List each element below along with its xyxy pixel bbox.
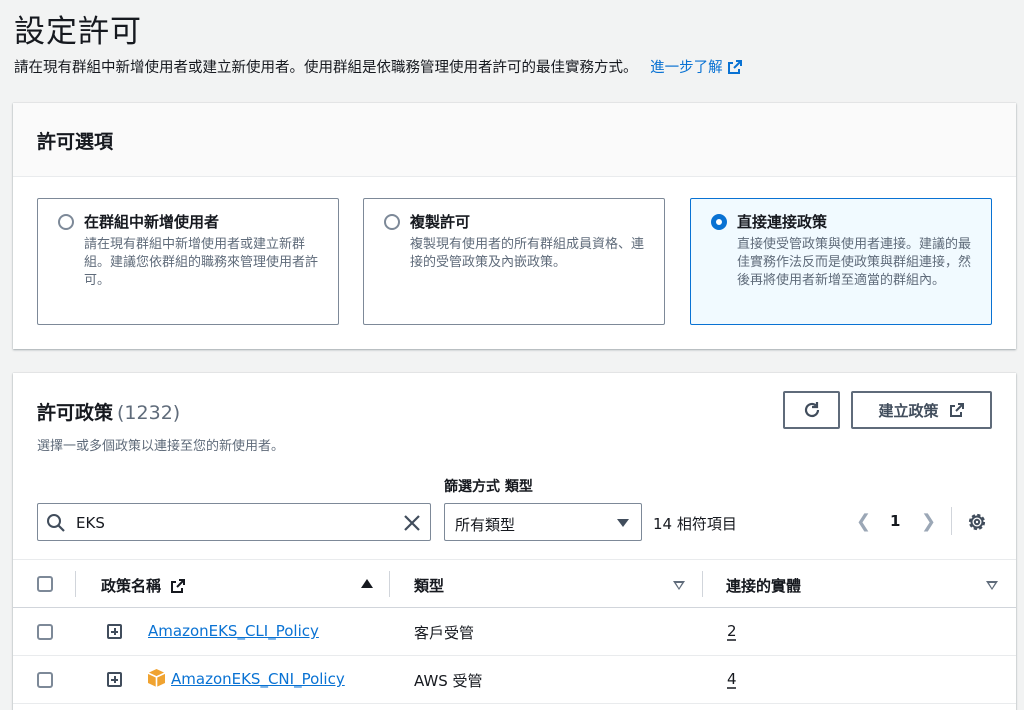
search-icon <box>47 514 65 532</box>
table-header: 政策名稱 類型 連接的實體 <box>13 559 1016 608</box>
expand-icon[interactable] <box>107 672 122 687</box>
gear-icon[interactable] <box>966 511 988 533</box>
filter-label: 篩選方式 類型 <box>444 479 533 495</box>
radio-attach-policies[interactable] <box>711 214 727 230</box>
column-header-entities[interactable]: 連接的實體 <box>726 575 801 596</box>
match-count: 14 相符項目 <box>653 515 737 533</box>
permission-options-header <box>13 103 1016 177</box>
attached-entities-count[interactable]: 2 <box>727 622 737 640</box>
sort-asc-icon[interactable] <box>361 579 373 588</box>
column-header-type[interactable]: 類型 <box>414 575 444 596</box>
policies-count: (1232) <box>117 402 181 424</box>
learn-more-label[interactable]: 進一步了解 <box>650 60 723 76</box>
page-title: 設定許可 <box>14 14 142 50</box>
create-policy-button[interactable]: 建立政策 <box>851 391 992 429</box>
create-policy-label: 建立政策 <box>878 401 939 420</box>
page-description: 請在現有群組中新增使用者或建立新使用者。使用群組是依職務管理使用者許可的最佳實務… <box>14 56 743 77</box>
type-filter-select[interactable]: 所有類型 <box>444 503 642 541</box>
option-label: 在群組中新增使用者 <box>84 213 220 231</box>
aws-box-icon <box>147 669 166 687</box>
expand-icon[interactable] <box>107 624 122 639</box>
refresh-button[interactable] <box>783 391 840 429</box>
external-link-icon <box>171 579 186 593</box>
page-number[interactable]: 1 <box>890 512 900 530</box>
policy-type: AWS 受管 <box>414 672 483 690</box>
header-divider <box>702 571 703 597</box>
select-all-checkbox[interactable] <box>37 576 53 592</box>
learn-more-link[interactable]: 進一步了解 <box>650 60 743 76</box>
option-attach-policies[interactable]: 直接連接政策 直接使受管政策與使用者連接。建議的最佳實務作法反而是使政策與群組連… <box>690 198 992 325</box>
row-checkbox[interactable] <box>37 624 53 640</box>
policy-type: 客戶受管 <box>414 624 475 642</box>
policies-description: 選擇一或多個政策以連接至您的新使用者。 <box>37 439 285 454</box>
column-header-name[interactable]: 政策名稱 <box>101 575 186 596</box>
pagination-divider <box>951 507 952 535</box>
option-description: 複製現有使用者的所有群組成員資格、連接的受管政策及內嵌政策。 <box>410 237 645 270</box>
search-input[interactable]: EKS <box>37 503 431 541</box>
option-description: 直接使受管政策與使用者連接。建議的最佳實務作法反而是使政策與群組連接，然後再將使… <box>737 237 972 288</box>
option-copy-permissions[interactable]: 複製許可 複製現有使用者的所有群組成員資格、連接的受管政策及內嵌政策。 <box>363 198 665 325</box>
refresh-icon <box>804 402 819 418</box>
option-label: 複製許可 <box>410 213 471 231</box>
policies-title-text: 許可政策 <box>37 402 114 424</box>
radio-copy-permissions[interactable] <box>384 214 400 230</box>
chevron-down-icon <box>617 519 629 527</box>
chevron-left-icon[interactable]: ❮ <box>856 511 871 532</box>
sort-desc-icon[interactable] <box>986 581 998 590</box>
header-divider <box>75 571 76 597</box>
permission-options-card: 許可選項 在群組中新增使用者 請在現有群組中新增使用者或建立新群組。建議您依群組… <box>13 103 1016 349</box>
policy-name-link[interactable]: AmazonEKS_CLI_Policy <box>148 622 319 640</box>
header-divider <box>389 571 390 597</box>
permission-options-title: 許可選項 <box>37 131 114 153</box>
option-label: 直接連接政策 <box>737 213 828 231</box>
column-name-label: 政策名稱 <box>101 577 162 595</box>
page-description-text: 請在現有群組中新增使用者或建立新使用者。使用群組是依職務管理使用者許可的最佳實務… <box>14 60 638 76</box>
sort-desc-icon[interactable] <box>673 581 685 590</box>
chevron-right-icon[interactable]: ❯ <box>921 511 936 532</box>
table-row: AmazonEKS_CLI_Policy 客戶受管 2 <box>13 608 1016 656</box>
external-link-icon <box>727 60 742 74</box>
option-description: 請在現有群組中新增使用者或建立新群組。建議您依群組的職務來管理使用者許可。 <box>84 237 319 288</box>
clear-icon[interactable] <box>402 513 422 533</box>
policies-title: 許可政策 (1232) <box>37 398 180 425</box>
option-add-to-group[interactable]: 在群組中新增使用者 請在現有群組中新增使用者或建立新群組。建議您依群組的職務來管… <box>37 198 339 325</box>
policy-name-link[interactable]: AmazonEKS_CNI_Policy <box>171 670 345 688</box>
table-row: AmazonEKS_CNI_Policy AWS 受管 4 <box>13 656 1016 704</box>
permission-policies-card: 許可政策 (1232) 選擇一或多個政策以連接至您的新使用者。 建立政策 篩選方式… <box>13 373 1016 710</box>
type-filter-value: 所有類型 <box>455 516 516 534</box>
radio-add-to-group[interactable] <box>58 214 74 230</box>
search-value[interactable]: EKS <box>76 514 105 532</box>
attached-entities-count[interactable]: 4 <box>727 670 737 688</box>
row-checkbox[interactable] <box>37 672 53 688</box>
external-link-icon <box>949 403 964 417</box>
